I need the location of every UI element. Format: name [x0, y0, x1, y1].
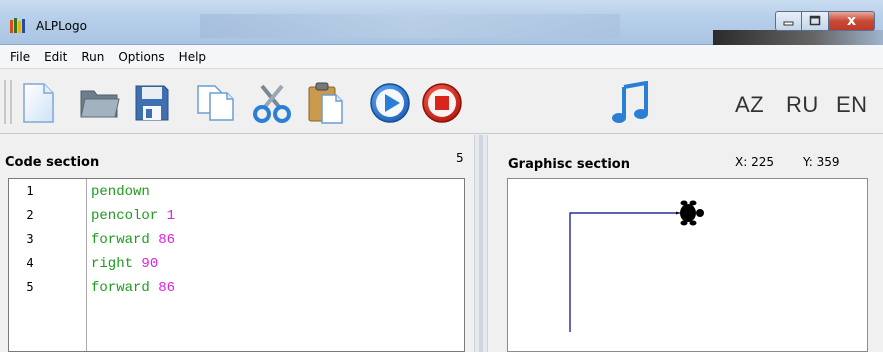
maximize-icon — [809, 15, 821, 26]
code-line[interactable]: 2 pencolor 1 — [9, 205, 464, 229]
scissors-icon — [253, 84, 291, 123]
minimize-button[interactable] — [775, 11, 802, 31]
line-number: 5 — [26, 280, 34, 294]
code-argument: 86 — [158, 232, 176, 248]
cut-button[interactable] — [250, 80, 294, 126]
code-section: Code section 5 1 pendown 2 pencolor 1 3 … — [5, 135, 472, 352]
code-editor[interactable]: 1 pendown 2 pencolor 1 3 forward 86 4 ri… — [8, 178, 465, 352]
toolbar-grip[interactable] — [4, 80, 12, 124]
code-command: forward — [91, 280, 150, 296]
app-icon — [9, 17, 27, 35]
line-number: 1 — [26, 184, 34, 198]
y-coordinate: Y: 359 — [803, 155, 840, 169]
line-count: 5 — [456, 151, 464, 165]
turtle-icon — [676, 200, 704, 226]
code-command: pencolor — [91, 208, 159, 224]
code-argument: 1 — [166, 208, 176, 224]
code-argument: 86 — [158, 280, 176, 296]
code-command: forward — [91, 232, 150, 248]
stop-button[interactable] — [420, 80, 464, 126]
pen-path — [569, 212, 686, 332]
menu-file[interactable]: File — [3, 48, 37, 66]
menu-help[interactable]: Help — [172, 48, 213, 66]
code-argument: 90 — [141, 256, 159, 272]
run-button[interactable] — [368, 80, 412, 126]
folder-icon — [80, 90, 120, 118]
copy-button[interactable] — [194, 80, 238, 126]
stop-icon — [422, 83, 462, 123]
maximize-button[interactable] — [802, 11, 829, 31]
line-number: 3 — [26, 232, 34, 246]
paste-button[interactable] — [304, 80, 348, 126]
window-controls: x — [775, 11, 875, 33]
code-section-title: Code section — [5, 155, 100, 170]
code-line[interactable]: 1 pendown — [9, 181, 464, 205]
panel-splitter[interactable] — [474, 135, 488, 352]
language-ru-button[interactable]: RU — [786, 92, 819, 118]
graphics-section: Graphisc section X: 225 Y: 359 — [490, 135, 883, 352]
copy-icon — [197, 85, 234, 121]
graphics-section-title: Graphisc section — [508, 157, 630, 172]
menu-bar: File Edit Run Options Help — [0, 45, 883, 69]
code-command: pendown — [91, 184, 150, 200]
save-button[interactable] — [130, 80, 174, 126]
clipboard-icon — [308, 82, 343, 124]
line-number: 4 — [26, 256, 34, 270]
turtle-drawing — [569, 200, 704, 332]
language-az-button[interactable]: AZ — [735, 92, 764, 118]
close-icon: x — [846, 13, 857, 29]
menu-edit[interactable]: Edit — [37, 48, 74, 66]
title-bar: ALPLogo x — [0, 0, 883, 45]
window-title: ALPLogo — [36, 19, 87, 33]
menu-run[interactable]: Run — [74, 48, 111, 66]
code-line[interactable]: 5 forward 86 — [9, 277, 464, 301]
line-number: 2 — [26, 208, 34, 222]
drawing-canvas[interactable] — [507, 178, 868, 352]
music-button[interactable] — [610, 80, 654, 126]
play-icon — [370, 83, 410, 123]
menu-options[interactable]: Options — [111, 48, 171, 66]
toolbar: AZ RU EN — [0, 70, 883, 134]
language-en-button[interactable]: EN — [836, 92, 868, 118]
save-icon — [135, 85, 169, 121]
music-note-icon — [612, 81, 648, 123]
close-button[interactable]: x — [829, 11, 875, 31]
code-command: right — [91, 256, 134, 272]
background-blur — [200, 14, 620, 38]
minimize-icon — [783, 21, 793, 26]
code-line[interactable]: 3 forward 86 — [9, 229, 464, 253]
new-file-button[interactable] — [16, 80, 60, 126]
new-file-icon — [23, 83, 54, 123]
open-folder-button[interactable] — [78, 80, 122, 126]
x-coordinate: X: 225 — [735, 155, 774, 169]
code-line[interactable]: 4 right 90 — [9, 253, 464, 277]
